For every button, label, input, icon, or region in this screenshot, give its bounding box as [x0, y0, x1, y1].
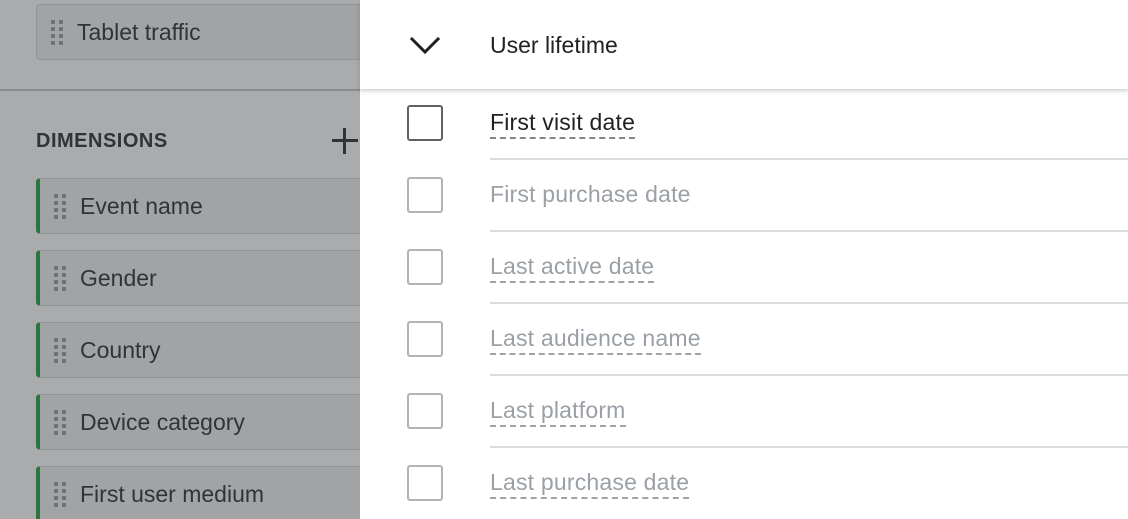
option-label: Last platform: [490, 397, 626, 427]
option-last-platform[interactable]: Last platform: [360, 376, 1128, 448]
group-title: User lifetime: [490, 32, 618, 58]
option-label: Last audience name: [490, 325, 701, 355]
checkbox[interactable]: [407, 321, 443, 357]
option-label: First visit date: [490, 109, 636, 139]
option-first-purchase-date[interactable]: First purchase date: [360, 160, 1128, 232]
modal-scrim[interactable]: [0, 0, 360, 519]
checkbox[interactable]: [407, 105, 443, 141]
checkbox[interactable]: [407, 249, 443, 285]
option-label: Last purchase date: [490, 469, 690, 499]
option-first-visit-date[interactable]: First visit date: [360, 88, 1128, 160]
chevron-down-icon[interactable]: [408, 30, 442, 60]
option-last-purchase-date[interactable]: Last purchase date: [360, 448, 1128, 519]
option-last-audience-name[interactable]: Last audience name: [360, 304, 1128, 376]
option-label: Last active date: [490, 253, 655, 283]
dimension-picker-drawer: User lifetime First visit date First pur…: [360, 0, 1128, 519]
option-label: First purchase date: [490, 181, 691, 207]
option-last-active-date[interactable]: Last active date: [360, 232, 1128, 304]
checkbox[interactable]: [407, 177, 443, 213]
group-header-user-lifetime[interactable]: User lifetime: [360, 0, 1128, 89]
checkbox[interactable]: [407, 465, 443, 501]
checkbox[interactable]: [407, 393, 443, 429]
